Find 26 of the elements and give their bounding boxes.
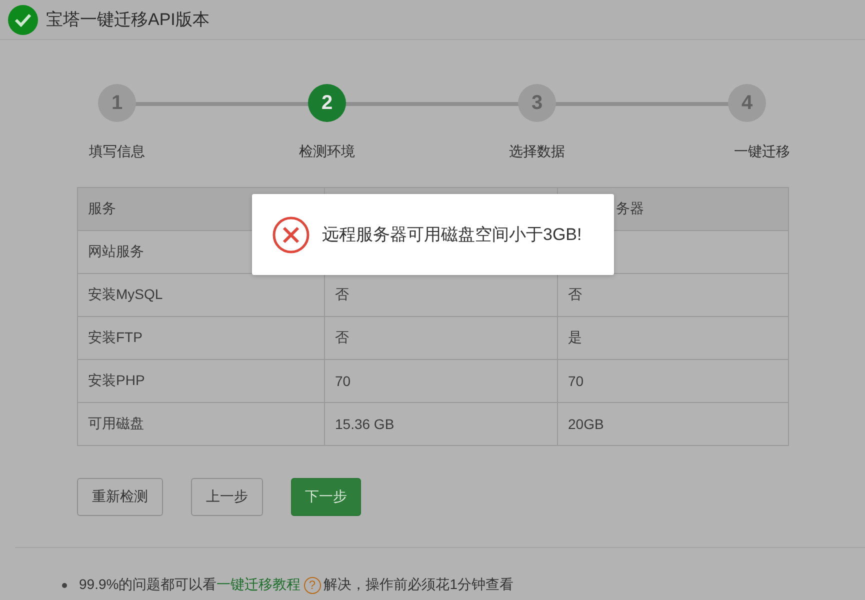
table-cell: 否 — [324, 316, 558, 360]
table-cell: 70 — [558, 360, 788, 402]
step-label: 检测环境 — [299, 143, 355, 161]
step-circle: 3 — [518, 84, 556, 122]
step-circle: 1 — [98, 84, 136, 122]
window-title: 宝塔一键迁移API版本 — [46, 9, 210, 31]
step-label: 填写信息 — [89, 143, 145, 161]
step-circle: 2 — [308, 84, 346, 122]
tip-text: 99.9%的问题都可以看一键迁移教程 ? 解决，操作前必须花1分钟查看 — [79, 576, 514, 594]
error-icon — [272, 216, 310, 254]
bullet-icon — [62, 582, 67, 588]
action-button[interactable]: 重新检测 — [77, 478, 163, 516]
table-cell: 20GB — [558, 402, 788, 446]
table-cell: 是 — [558, 316, 788, 360]
check-icon — [8, 4, 38, 34]
step-label: 选择数据 — [509, 143, 565, 161]
table-cell: 15.36 GB — [324, 402, 558, 446]
tutorial-link[interactable]: 一键迁移教程 — [216, 576, 301, 592]
table-cell: 可用磁盘 — [78, 402, 324, 446]
action-button[interactable]: 上一步 — [191, 478, 263, 516]
table-cell: 安装PHP — [78, 360, 324, 402]
step-circle: 4 — [728, 84, 766, 122]
step-label: 一键迁移 — [734, 143, 790, 161]
next-button[interactable]: 下一步 — [291, 478, 361, 516]
table-cell: 安装FTP — [78, 316, 324, 360]
table-cell: 70 — [324, 360, 558, 402]
